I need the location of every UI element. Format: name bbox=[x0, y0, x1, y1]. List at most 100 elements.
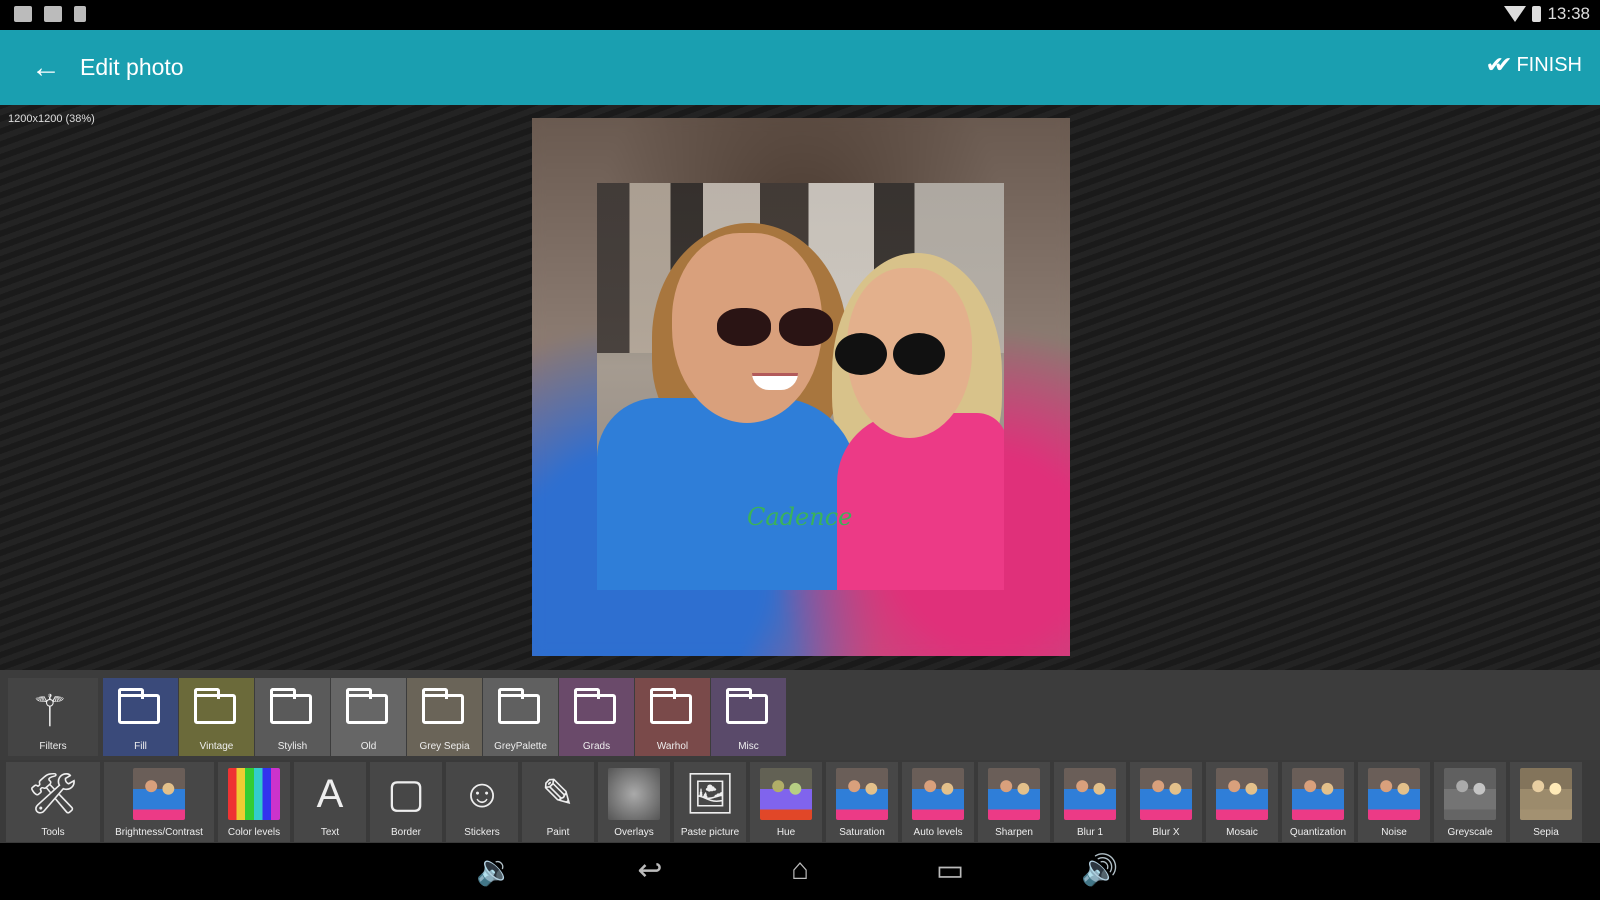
clock: 13:38 bbox=[1547, 4, 1590, 23]
photo-thumbnail bbox=[1216, 768, 1268, 820]
tool-label: Overlays bbox=[614, 827, 654, 838]
tool-paste-picture[interactable]: 🖼 Paste picture bbox=[674, 762, 746, 842]
magic-wand-icon: ⚚ bbox=[30, 687, 70, 736]
wifi-icon bbox=[1504, 6, 1527, 22]
smiley-icon: ☺ bbox=[461, 772, 503, 816]
tool-overlays[interactable]: Overlays bbox=[598, 762, 670, 842]
tool-quantization[interactable]: Quantization bbox=[1282, 762, 1354, 842]
filter-folder-stylish[interactable]: Stylish bbox=[255, 678, 330, 756]
overlay-thumbnail bbox=[608, 768, 660, 820]
volume-up-icon[interactable]: 🔊 bbox=[1075, 853, 1125, 888]
editor-canvas[interactable]: 1200x1200 (38%) Cadence bbox=[0, 105, 1600, 670]
tool-border[interactable]: ▢ Border bbox=[370, 762, 442, 842]
photo-thumbnail bbox=[836, 768, 888, 820]
photo-shirt-left bbox=[597, 398, 857, 590]
folder-icon bbox=[726, 688, 768, 724]
tool-hue[interactable]: Hue bbox=[750, 762, 822, 842]
tool-label: Tools bbox=[41, 827, 65, 838]
tool-label: Mosaic bbox=[1226, 827, 1258, 838]
filter-folder-old[interactable]: Old bbox=[331, 678, 406, 756]
tool-sharpen[interactable]: Sharpen bbox=[978, 762, 1050, 842]
filter-folder-grads[interactable]: Grads bbox=[559, 678, 634, 756]
folder-label: Warhol bbox=[656, 741, 689, 752]
tool-paint[interactable]: ✎ Paint bbox=[522, 762, 594, 842]
arrow-left-icon[interactable]: ← bbox=[28, 50, 64, 86]
text-icon: A bbox=[316, 772, 344, 816]
folder-icon bbox=[650, 688, 692, 724]
tool-label: Quantization bbox=[1289, 827, 1347, 838]
sunglasses-left bbox=[717, 308, 837, 348]
action-bar: ← Edit photo ✔✔ FINISH bbox=[0, 30, 1600, 105]
filter-folder-vintage[interactable]: Vintage bbox=[179, 678, 254, 756]
notification-icons bbox=[14, 6, 86, 22]
tool-noise[interactable]: Noise bbox=[1358, 762, 1430, 842]
status-bar: 13:38 bbox=[0, 0, 1600, 30]
tool-label: Saturation bbox=[839, 827, 885, 838]
folder-label: GreyPalette bbox=[494, 741, 547, 752]
page-title: Edit photo bbox=[80, 54, 184, 80]
tool-label: Sharpen bbox=[995, 827, 1033, 838]
folder-icon bbox=[498, 688, 540, 724]
tool-auto-levels[interactable]: Auto levels bbox=[902, 762, 974, 842]
double-check-icon: ✔✔ bbox=[1485, 52, 1513, 77]
system-nav-bar: 🔉 ↩ ⌂ ▭ 🔊 bbox=[0, 843, 1600, 900]
filter-folder-grey-sepia[interactable]: Grey Sepia bbox=[407, 678, 482, 756]
volume-down-icon[interactable]: 🔉 bbox=[470, 853, 520, 888]
tool-blur-x[interactable]: Blur X bbox=[1130, 762, 1202, 842]
tool-label: Hue bbox=[776, 827, 796, 838]
filters-button[interactable]: ⚚ Filters bbox=[8, 678, 98, 756]
tool-label: Border bbox=[390, 827, 421, 838]
folder-label: Filters bbox=[39, 741, 67, 752]
tool-label: Text bbox=[320, 827, 340, 838]
photo-thumbnail bbox=[1520, 768, 1572, 820]
tool-tools[interactable]: 🛠 Tools bbox=[6, 762, 100, 842]
folder-label: Grey Sepia bbox=[419, 741, 470, 752]
filter-folder-fill[interactable]: Fill bbox=[103, 678, 178, 756]
brush-icon: ✎ bbox=[541, 772, 575, 816]
shirt-logo: Cadence bbox=[747, 503, 853, 531]
folder-label: Vintage bbox=[199, 741, 234, 752]
finish-label: FINISH bbox=[1516, 53, 1582, 76]
tool-text[interactable]: A Text bbox=[294, 762, 366, 842]
folder-label: Grads bbox=[582, 741, 611, 752]
photo-thumbnail bbox=[133, 768, 185, 820]
folder-label: Fill bbox=[134, 741, 147, 752]
tool-label: Auto levels bbox=[913, 827, 963, 838]
tool-label: Greyscale bbox=[1447, 827, 1493, 838]
tool-color-levels[interactable]: Color levels bbox=[218, 762, 290, 842]
photo-thumbnail bbox=[760, 768, 812, 820]
back-nav-icon[interactable]: ↩ bbox=[625, 853, 675, 888]
filter-folder-misc[interactable]: Misc bbox=[711, 678, 786, 756]
tool-mosaic[interactable]: Mosaic bbox=[1206, 762, 1278, 842]
tool-brightness-contrast[interactable]: Brightness/Contrast bbox=[104, 762, 214, 842]
folder-icon bbox=[118, 688, 160, 724]
photo-thumbnail bbox=[1064, 768, 1116, 820]
photo-shirt-right bbox=[837, 413, 1004, 590]
tool-greyscale[interactable]: Greyscale bbox=[1434, 762, 1506, 842]
tool-stickers[interactable]: ☺ Stickers bbox=[446, 762, 518, 842]
photo-thumbnail bbox=[1140, 768, 1192, 820]
camera-notification-icon bbox=[44, 6, 62, 22]
tool-label: Stickers bbox=[464, 827, 500, 838]
sunglasses-right bbox=[835, 333, 955, 375]
finish-button[interactable]: ✔✔ FINISH bbox=[1486, 52, 1582, 78]
recents-nav-icon[interactable]: ▭ bbox=[925, 853, 975, 888]
filter-folder-bar: ⚚ Filters Fill Vintage Stylish Old Grey Sepia G… bbox=[0, 670, 1600, 760]
filter-folder-warhol[interactable]: Warhol bbox=[635, 678, 710, 756]
photo[interactable]: Cadence bbox=[597, 183, 1004, 590]
folder-label: Stylish bbox=[277, 741, 308, 752]
tool-blur-1[interactable]: Blur 1 bbox=[1054, 762, 1126, 842]
storage-notification-icon bbox=[74, 6, 86, 22]
filter-folder-greypalette[interactable]: GreyPalette bbox=[483, 678, 558, 756]
photo-thumbnail bbox=[912, 768, 964, 820]
photo-border[interactable]: Cadence bbox=[532, 118, 1070, 656]
tool-sepia[interactable]: Sepia bbox=[1510, 762, 1582, 842]
folder-icon bbox=[194, 688, 236, 724]
tool-label: Sepia bbox=[1533, 827, 1559, 838]
tool-label: Blur 1 bbox=[1076, 827, 1104, 838]
system-icons: 13:38 bbox=[1504, 4, 1590, 24]
tool-saturation[interactable]: Saturation bbox=[826, 762, 898, 842]
photo-thumbnail bbox=[228, 768, 280, 820]
home-nav-icon[interactable]: ⌂ bbox=[775, 853, 825, 887]
tool-label: Noise bbox=[1381, 827, 1407, 838]
